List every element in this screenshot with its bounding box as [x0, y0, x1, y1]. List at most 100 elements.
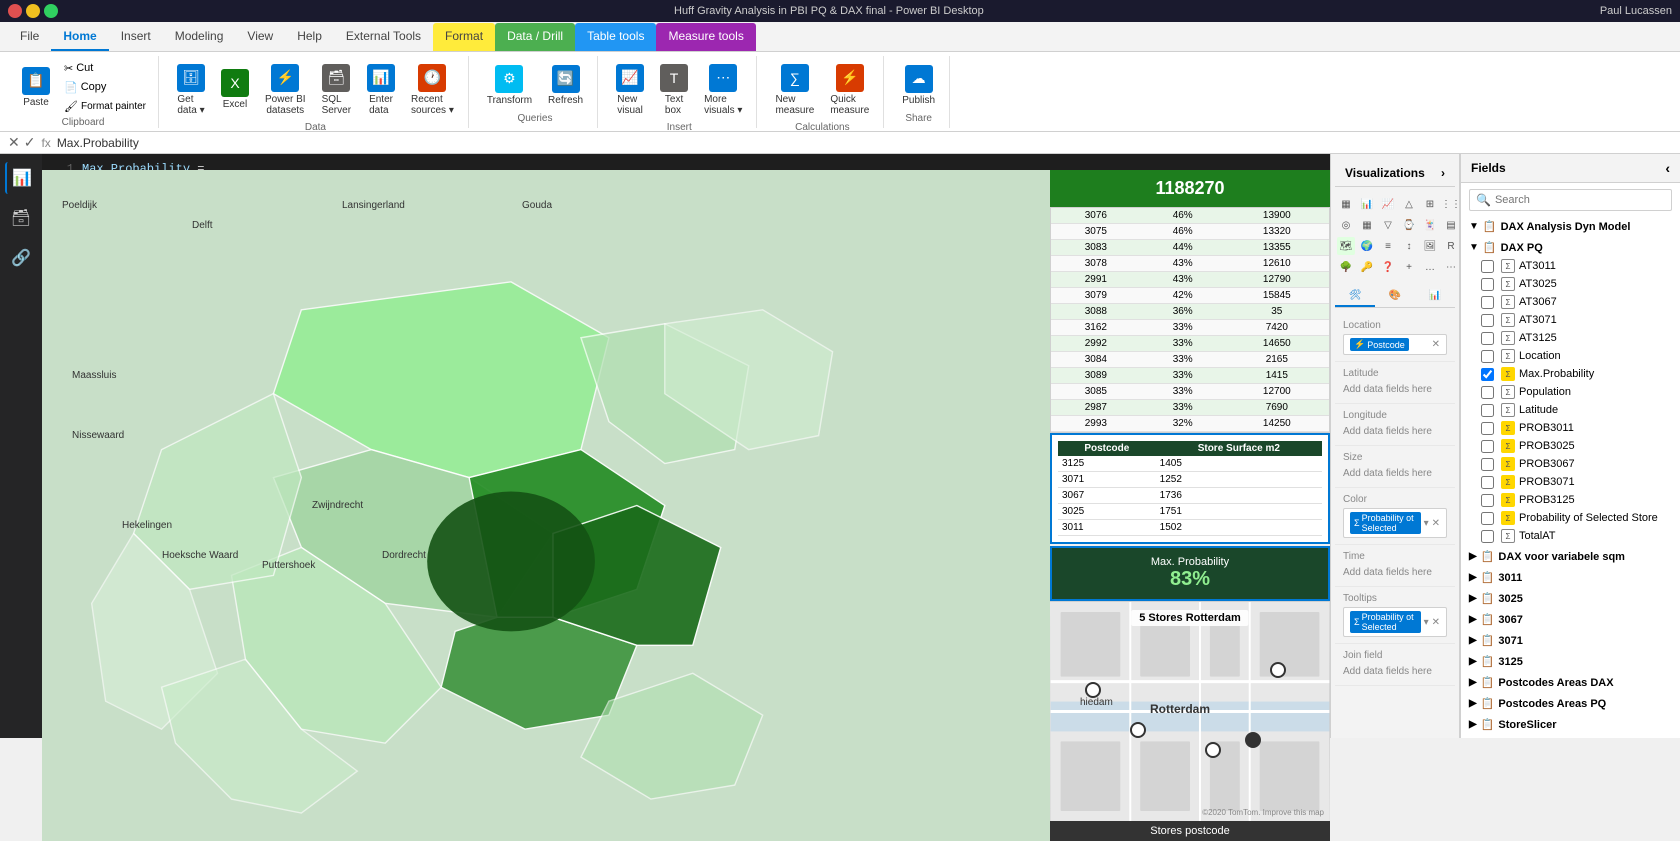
field-checkbox[interactable]: [1481, 530, 1494, 543]
tab-help[interactable]: Help: [285, 23, 334, 51]
sql-button[interactable]: 🗃 SQLServer: [316, 60, 357, 120]
field-group-header[interactable]: ▼ 📋 DAX PQ: [1465, 238, 1676, 257]
pbi-datasets-button[interactable]: ⚡ Power BIdatasets: [259, 60, 312, 120]
field-group-header[interactable]: ▶ 📋 3071: [1465, 631, 1676, 650]
field-checkbox[interactable]: [1481, 458, 1494, 471]
viz-scatter-icon[interactable]: ⋮⋮: [1442, 195, 1460, 213]
viz-filled-map-icon[interactable]: 🌍: [1358, 237, 1376, 255]
viz-treemap-icon[interactable]: ▦: [1358, 216, 1376, 234]
store-table-row[interactable]: 3067 1736: [1058, 488, 1322, 504]
table-row[interactable]: 2992 33% 14650: [1051, 336, 1329, 352]
location-field[interactable]: ⚡ Postcode ✕: [1343, 334, 1447, 355]
field-checkbox[interactable]: [1481, 260, 1494, 273]
field-group-header[interactable]: ▶ 📋 Postcodes Areas DAX: [1465, 673, 1676, 692]
viz-custom2-icon[interactable]: …: [1421, 258, 1439, 276]
store-table-row[interactable]: 3125 1405: [1058, 456, 1322, 472]
copy-button[interactable]: 📄 Copy: [60, 79, 150, 96]
new-measure-button[interactable]: ∑ Newmeasure: [769, 60, 820, 120]
tab-table-tools[interactable]: Table tools: [575, 23, 656, 51]
field-item[interactable]: ΣAT3071: [1465, 311, 1676, 329]
field-checkbox[interactable]: [1481, 404, 1494, 417]
table-row[interactable]: 3079 42% 15845: [1051, 288, 1329, 304]
field-checkbox[interactable]: [1481, 296, 1494, 309]
close-button[interactable]: [8, 4, 22, 18]
field-item[interactable]: ΣPROB3025: [1465, 437, 1676, 455]
field-checkbox[interactable]: [1481, 440, 1494, 453]
get-data-button[interactable]: 🗄 Getdata ▾: [171, 60, 211, 120]
fields-collapse-icon[interactable]: ‹: [1665, 160, 1670, 176]
nav-report-icon[interactable]: 📊: [5, 162, 37, 194]
tab-home[interactable]: Home: [51, 23, 108, 51]
viz-area-chart-icon[interactable]: △: [1400, 195, 1418, 213]
size-add[interactable]: Add data fields here: [1343, 466, 1447, 481]
publish-button[interactable]: ☁ Publish: [896, 61, 941, 110]
viz-column-chart-icon[interactable]: 📊: [1358, 195, 1376, 213]
field-checkbox[interactable]: [1481, 512, 1494, 525]
viz-donut-icon[interactable]: ◎: [1337, 216, 1355, 234]
field-item[interactable]: ΣPopulation: [1465, 383, 1676, 401]
color-field[interactable]: Σ Probability ot Selected ▾ ✕: [1343, 508, 1447, 538]
bottom-map[interactable]: 5 Stores Rotterdam Rotterdam hiedam ©202…: [1050, 601, 1330, 821]
join-field-add[interactable]: Add data fields here: [1343, 664, 1447, 679]
format-tab[interactable]: 🎨: [1375, 286, 1415, 307]
field-item[interactable]: ΣPROB3125: [1465, 491, 1676, 509]
color-field-remove[interactable]: ✕: [1432, 518, 1440, 529]
postcode-remove-icon[interactable]: ✕: [1432, 339, 1440, 350]
field-item[interactable]: ΣAT3025: [1465, 275, 1676, 293]
quick-measure-button[interactable]: ⚡ Quickmeasure: [824, 60, 875, 120]
nav-data-icon[interactable]: 🗃: [5, 202, 37, 234]
maximize-button[interactable]: [44, 4, 58, 18]
viz-waterfall-icon[interactable]: ↕: [1400, 237, 1418, 255]
field-group-header[interactable]: ▶ 📋 DAX voor variabele sqm: [1465, 547, 1676, 566]
viz-key-influencers-icon[interactable]: 🔑: [1358, 258, 1376, 276]
field-item[interactable]: ΣPROB3067: [1465, 455, 1676, 473]
table-row[interactable]: 3162 33% 7420: [1051, 320, 1329, 336]
table-row[interactable]: 3084 33% 2165: [1051, 352, 1329, 368]
tab-modeling[interactable]: Modeling: [163, 23, 236, 51]
text-box-button[interactable]: T Textbox: [654, 60, 694, 120]
viz-expand-icon[interactable]: ›: [1441, 166, 1445, 180]
enter-data-button[interactable]: 📊 Enterdata: [361, 60, 401, 120]
table-row[interactable]: 3075 46% 13320: [1051, 224, 1329, 240]
transform-button[interactable]: ⚙ Transform: [481, 61, 538, 110]
field-checkbox[interactable]: [1481, 422, 1494, 435]
tooltips-field[interactable]: Σ Probability ot Selected ▾ ✕: [1343, 607, 1447, 637]
refresh-button[interactable]: 🔄 Refresh: [542, 61, 589, 110]
tooltip-field-remove[interactable]: ✕: [1432, 617, 1440, 628]
field-group-header[interactable]: ▶ 📋 3025: [1465, 589, 1676, 608]
table-row[interactable]: 3076 46% 13900: [1051, 208, 1329, 224]
viz-bar-chart-icon[interactable]: ▦: [1337, 195, 1355, 213]
viz-combo-chart-icon[interactable]: ⊞: [1421, 195, 1439, 213]
viz-slicer-icon[interactable]: ≡: [1379, 237, 1397, 255]
more-visuals-button[interactable]: ⋯ Morevisuals ▾: [698, 60, 748, 120]
table-row[interactable]: 3085 33% 12700: [1051, 384, 1329, 400]
build-visual-tab[interactable]: 🛠: [1335, 286, 1375, 307]
viz-gauge-icon[interactable]: ⌚: [1400, 216, 1418, 234]
table-row[interactable]: 2991 43% 12790: [1051, 272, 1329, 288]
map-container[interactable]: Poeldijk Delft Lansingerland Gouda Maass…: [42, 170, 1050, 841]
field-checkbox[interactable]: [1481, 368, 1494, 381]
time-add[interactable]: Add data fields here: [1343, 565, 1447, 580]
store-marker-5[interactable]: [1270, 662, 1286, 678]
store-marker-1[interactable]: [1085, 682, 1101, 698]
field-checkbox[interactable]: [1481, 314, 1494, 327]
field-group-header[interactable]: ▶ 📋 3011: [1465, 568, 1676, 587]
table-row[interactable]: 3088 36% 35: [1051, 304, 1329, 320]
cut-button[interactable]: ✂ Cut: [60, 60, 150, 77]
analytics-tab[interactable]: 📊: [1415, 286, 1455, 307]
field-checkbox[interactable]: [1481, 350, 1494, 363]
viz-custom3-icon[interactable]: ⋯: [1442, 258, 1460, 276]
table-row[interactable]: 3083 44% 13355: [1051, 240, 1329, 256]
longitude-add[interactable]: Add data fields here: [1343, 424, 1447, 439]
store-marker-2[interactable]: [1130, 722, 1146, 738]
table-row[interactable]: 3089 33% 1415: [1051, 368, 1329, 384]
viz-table-icon[interactable]: ▤: [1442, 216, 1460, 234]
tab-file[interactable]: File: [8, 23, 51, 51]
field-checkbox[interactable]: [1481, 476, 1494, 489]
fields-search-input[interactable]: [1495, 194, 1665, 206]
window-controls[interactable]: [8, 4, 58, 18]
tooltip-field-chevron[interactable]: ▾: [1424, 617, 1429, 628]
store-marker-3[interactable]: [1205, 742, 1221, 758]
tab-insert[interactable]: Insert: [109, 23, 163, 51]
field-group-header[interactable]: ▶ 📋 StoreSlicer: [1465, 715, 1676, 734]
